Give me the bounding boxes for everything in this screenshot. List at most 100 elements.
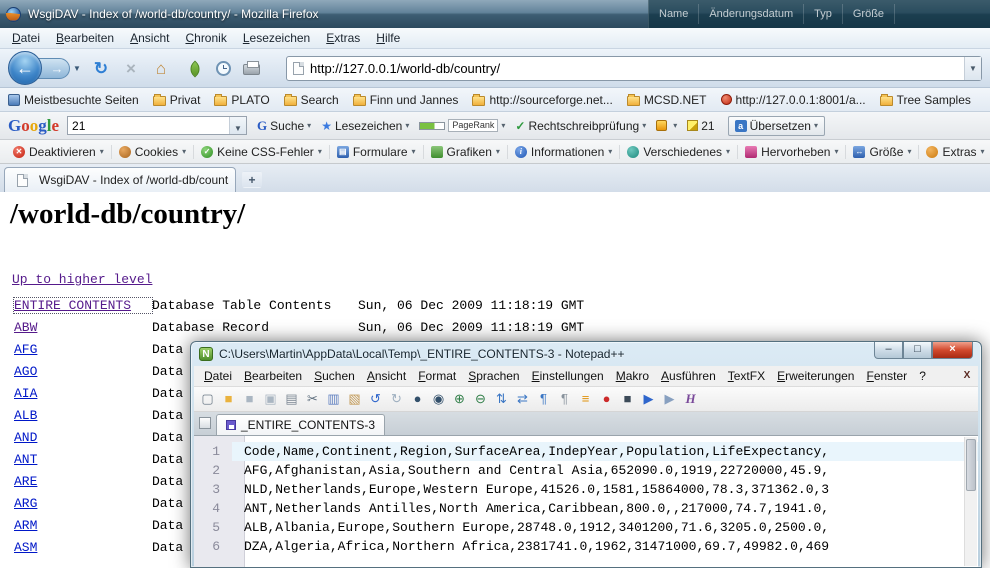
toolbar-icon[interactable]: ● [597,390,616,409]
up-to-higher-level-link[interactable]: Up to higher level [12,272,152,287]
entry-link[interactable]: ANT [14,452,152,467]
menu-item[interactable]: Ansicht [122,29,177,47]
toolbar-icon[interactable]: ▶ [660,390,679,409]
toolbar-icon[interactable]: ▥ [324,390,343,409]
menu-item[interactable]: Makro [610,367,655,385]
toolbar-icon[interactable]: ● [408,390,427,409]
tab-entire-contents[interactable]: _ENTIRE_CONTENTS-3 [216,414,385,435]
entry-link[interactable]: ARM [14,518,152,533]
webdev-menu-item[interactable]: Hervorheben ▾ [737,145,845,159]
entry-link[interactable]: ARG [14,496,152,511]
bookmark-item[interactable]: Privat [153,93,201,107]
toolbar-icon[interactable]: ■ [240,390,259,409]
entry-link[interactable]: ARE [14,474,152,489]
google-toolbar-button[interactable]: Lesezeichen ▾ [321,119,409,133]
google-toolbar-button[interactable]: Übersetzen ▾ [728,116,825,136]
menu-item[interactable]: Hilfe [368,29,408,47]
scrollbar-thumb[interactable] [966,439,976,491]
menu-item[interactable]: Einstellungen [526,367,610,385]
tab-wsgidav[interactable]: WsgiDAV - Index of /world-db/count... [4,167,236,192]
new-tab-button[interactable]: + [242,171,262,188]
notepad-titlebar[interactable]: N C:\Users\Martin\AppData\Local\Temp\_EN… [191,342,981,366]
toolbar-icon[interactable]: ¶ [555,390,574,409]
entry-link[interactable]: AIA [14,386,152,401]
close-document-icon[interactable]: X [959,369,975,384]
menu-item[interactable]: Fenster [860,367,913,385]
bookmark-item[interactable]: Meistbesuchte Seiten [8,93,139,107]
menu-item[interactable]: Format [412,367,462,385]
bookmark-item[interactable]: http://127.0.0.1:8001/a... [721,93,866,107]
webdev-menu-item[interactable]: Keine CSS-Fehler ▾ [193,145,329,159]
toolbar-icon[interactable]: ✂ [303,390,322,409]
menu-item[interactable]: Chronik [177,29,234,47]
menu-item[interactable]: Datei [198,367,238,385]
home-button[interactable]: ⌂ [148,57,174,81]
toolbar-icon[interactable]: ≡ [576,390,595,409]
menu-item[interactable]: Lesezeichen [235,29,318,47]
google-toolbar-button[interactable]: PageRank ▾ [419,119,505,132]
history-dropdown-icon[interactable]: ▼ [73,64,81,73]
webdev-menu-item[interactable]: Cookies ▾ [111,145,193,159]
maximize-button[interactable]: □ [903,342,932,359]
google-toolbar-button[interactable]: 21 [687,119,717,133]
url-input[interactable] [310,61,964,76]
toolbar-icon[interactable]: ■ [618,390,637,409]
google-toolbar-button[interactable]: ▾ [656,120,677,131]
menu-item[interactable]: Datei [4,29,48,47]
toolbar-icon[interactable]: ◉ [429,390,448,409]
bookmark-item[interactable]: PLATO [214,93,269,107]
menu-item[interactable]: Erweiterungen [771,367,860,385]
webdev-menu-item[interactable]: Extras ▾ [918,145,990,159]
bookmark-item[interactable]: Tree Samples [880,93,971,107]
print-button[interactable] [238,57,264,81]
reload-button[interactable]: ↻ [88,57,114,81]
toolbar-icon[interactable]: ↻ [387,390,406,409]
search-dropdown-icon[interactable]: ▼ [229,117,246,134]
toolbar-icon[interactable]: ¶ [534,390,553,409]
webdev-menu-item[interactable]: Größe ▾ [845,145,918,159]
toolbar-icon[interactable]: ⇄ [513,390,532,409]
menu-item[interactable]: TextFX [722,367,771,385]
entry-link[interactable]: ENTIRE CONTENTS [14,298,152,313]
webdev-menu-item[interactable]: Deaktivieren ▾ [6,145,111,159]
toolbar-icon[interactable]: ▧ [345,390,364,409]
google-toolbar-button[interactable]: Rechtschreibprüfung ▾ [515,119,646,133]
google-search-input[interactable] [68,119,229,133]
toolbar-icon[interactable]: ↺ [366,390,385,409]
menu-item[interactable]: Bearbeiten [238,367,308,385]
webdev-menu-item[interactable]: Informationen ▾ [507,145,619,159]
minimize-button[interactable]: – [874,342,903,359]
entry-link[interactable]: ASM [14,540,152,555]
stop-button[interactable]: × [118,57,144,81]
toolbar-icon[interactable]: ▣ [261,390,280,409]
menu-item[interactable]: ? [913,367,932,385]
entry-link[interactable]: ABW [14,320,152,335]
toolbar-icon[interactable]: ⇅ [492,390,511,409]
history-clock-button[interactable] [210,57,236,81]
menu-item[interactable]: Sprachen [462,367,525,385]
toolbar-icon[interactable]: ■ [219,390,238,409]
menu-item[interactable]: Extras [318,29,368,47]
editor-scrollbar[interactable] [964,437,977,566]
close-button[interactable]: × [932,342,973,359]
editor-area[interactable]: 1 Code,Name,Continent,Region,SurfaceArea… [194,436,978,567]
menu-item[interactable]: Ansicht [361,367,412,385]
webdev-menu-item[interactable]: Verschiedenes ▾ [619,145,737,159]
entry-link[interactable]: AND [14,430,152,445]
bookmark-item[interactable]: http://sourceforge.net... [472,93,612,107]
entry-link[interactable]: AGO [14,364,152,379]
google-toolbar-button[interactable]: Suche ▾ [257,118,311,134]
toolbar-icon[interactable]: ▤ [282,390,301,409]
entry-link[interactable]: AFG [14,342,152,357]
webdev-menu-item[interactable]: Formulare ▾ [329,145,423,159]
toolbar-icon[interactable]: ⊕ [450,390,469,409]
back-button[interactable]: ← [8,51,42,85]
greasemonkey-button[interactable] [182,57,208,81]
toolbar-icon[interactable]: ▢ [198,390,217,409]
toolbar-icon[interactable]: ▶ [639,390,658,409]
url-dropdown-icon[interactable]: ▼ [964,57,981,80]
bookmark-item[interactable]: Finn und Jannes [353,93,459,107]
toolbar-icon[interactable]: ⊖ [471,390,490,409]
menu-item[interactable]: Bearbeiten [48,29,122,47]
menu-item[interactable]: Ausführen [655,367,722,385]
